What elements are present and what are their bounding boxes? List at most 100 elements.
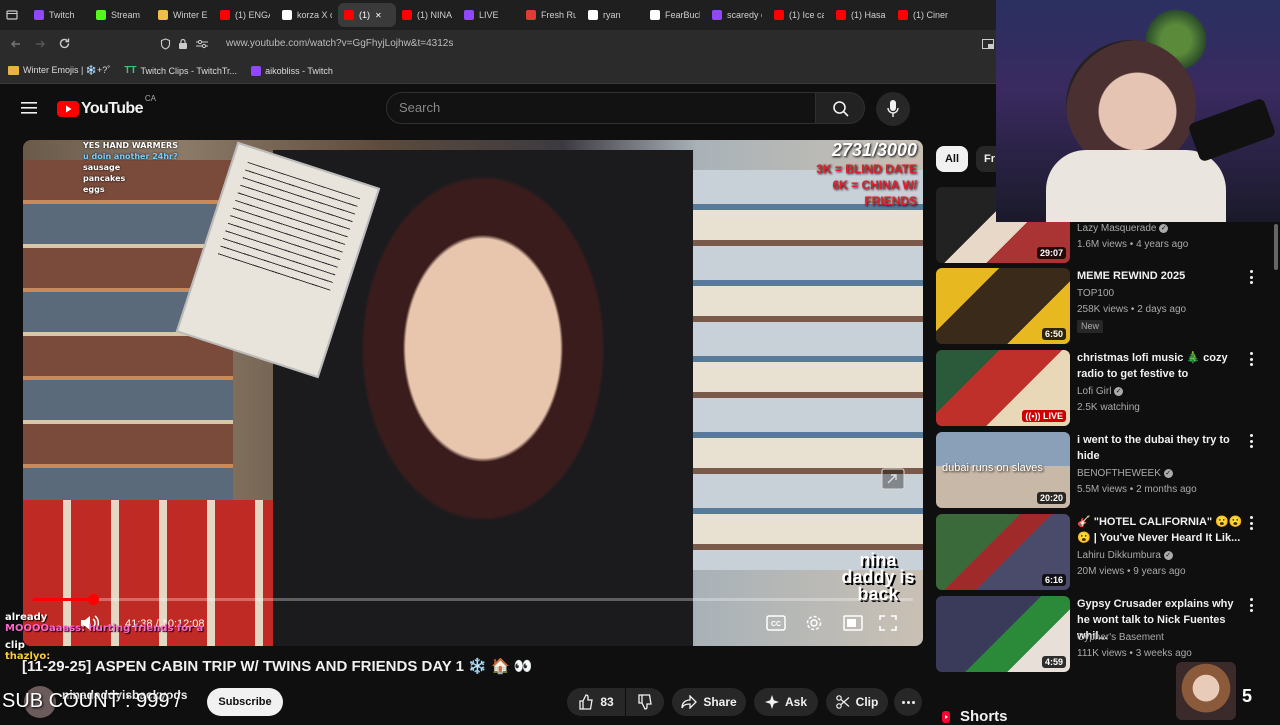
captions-icon[interactable]: CC xyxy=(766,615,786,631)
stream-chat-name: already xyxy=(5,612,48,623)
browser-tab[interactable]: (1) Hasan xyxy=(830,3,892,27)
share-button[interactable]: Share xyxy=(672,688,746,716)
search-button[interactable] xyxy=(815,92,865,124)
recommendation-channel[interactable]: Lahiru Dikkumbura ✓ xyxy=(1077,548,1173,564)
menu-icon[interactable] xyxy=(21,101,37,115)
verified-icon: ✓ xyxy=(1163,550,1173,560)
recommendation-card[interactable]: 6:16 🎸 "HOTEL CALIFORNIA" 😮😮 😮 | You've N… xyxy=(936,514,1280,592)
tab-overview-button[interactable] xyxy=(0,3,28,27)
bookmark-aikobliss[interactable]: aikobliss - Twitch xyxy=(251,65,333,76)
recommendation-title[interactable]: christmas lofi music 🎄 cozy radio to get… xyxy=(1077,350,1247,382)
dislike-button[interactable] xyxy=(626,688,664,716)
video-thumbnail[interactable]: ((•)) LIVE xyxy=(936,350,1070,426)
video-thumbnail[interactable]: 4:59 xyxy=(936,596,1070,672)
sidebar-scrollbar[interactable] xyxy=(1274,224,1278,270)
recommendation-channel[interactable]: Cypher's Basement xyxy=(1077,630,1164,646)
bookmark-label: Winter Emojis | ❄️+?˚ xyxy=(23,65,111,75)
ask-button[interactable]: Ask xyxy=(754,688,818,716)
fullscreen-icon[interactable] xyxy=(879,615,897,631)
tab-favicon-icon xyxy=(526,10,536,20)
tab-favicon-icon xyxy=(898,10,908,20)
recommendation-title[interactable]: 🎸 "HOTEL CALIFORNIA" 😮😮 😮 | You've Never… xyxy=(1077,514,1247,546)
svg-text:CC: CC xyxy=(771,621,781,628)
url-field[interactable]: www.youtube.com/watch?v=GgFhyjLojhw&t=43… xyxy=(150,34,990,54)
browser-tab[interactable]: korza X c xyxy=(276,3,338,27)
browser-tab[interactable]: ryan xyxy=(582,3,644,27)
more-vert-icon[interactable] xyxy=(1246,598,1256,612)
recommendation-title[interactable]: i went to the dubai they try to hide xyxy=(1077,432,1247,464)
more-actions-button[interactable] xyxy=(894,688,922,716)
channel-name: Lofi Girl xyxy=(1077,386,1112,397)
browser-tab[interactable]: (1) ENGA xyxy=(214,3,276,27)
browser-tab[interactable]: scaredy c xyxy=(706,3,768,27)
theater-mode-icon[interactable] xyxy=(843,615,863,631)
recommendation-title[interactable]: MEME REWIND 2025 xyxy=(1077,268,1247,284)
like-button[interactable]: 83 xyxy=(567,688,625,716)
goal-line: FRIENDS xyxy=(864,194,917,208)
share-icon xyxy=(681,695,698,709)
browser-tab[interactable]: Stream xyxy=(90,3,152,27)
more-vert-icon[interactable] xyxy=(1246,352,1256,366)
browser-tab[interactable]: Fresh Ru xyxy=(520,3,582,27)
recommendation-channel[interactable]: Lofi Girl ✓ xyxy=(1077,384,1124,400)
microphone-icon xyxy=(887,100,899,117)
video-thumbnail[interactable]: 6:16 xyxy=(936,514,1070,590)
sparkle-icon xyxy=(764,695,779,709)
tune-icon[interactable] xyxy=(196,39,208,49)
clip-button[interactable]: Clip xyxy=(826,688,888,716)
recommendation-card[interactable]: 6:50 MEME REWIND 2025 TOP100 258K views • 2… xyxy=(936,268,1280,346)
bookmark-twitch-clips[interactable]: TT Twitch Clips - TwitchTr... xyxy=(124,65,237,76)
recommendation-channel[interactable]: TOP100 xyxy=(1077,286,1114,302)
youtube-logo[interactable]: YouTube CA xyxy=(57,94,156,118)
back-arrow-icon[interactable] xyxy=(10,38,22,50)
browser-tab[interactable]: Twitch xyxy=(28,3,90,27)
reload-icon[interactable] xyxy=(58,37,71,50)
channel-name: Lahiru Dikkumbura xyxy=(1077,550,1161,561)
recommendation-card[interactable]: dubai runs on slaves 20:20 i went to the d… xyxy=(936,432,1280,510)
browser-tab[interactable]: (1) NINA xyxy=(396,3,458,27)
recommendation-card[interactable]: ((•)) LIVE christmas lofi music 🎄 cozy ra… xyxy=(936,350,1280,428)
forward-arrow-icon[interactable] xyxy=(34,38,46,50)
progress-track[interactable] xyxy=(33,598,913,601)
chip-all[interactable]: All xyxy=(936,146,968,172)
browser-tab[interactable]: LIVE xyxy=(458,3,520,27)
ask-label: Ask xyxy=(784,695,807,709)
lock-icon[interactable] xyxy=(178,38,188,50)
shield-icon[interactable] xyxy=(160,38,171,50)
tab-label: Fresh Ru xyxy=(541,10,576,20)
browser-tab[interactable]: (1) ✕ xyxy=(338,3,396,27)
video-thumbnail[interactable]: 6:50 xyxy=(936,268,1070,344)
tab-close-icon[interactable]: ✕ xyxy=(375,11,382,20)
more-vert-icon[interactable] xyxy=(1246,516,1256,530)
more-vert-icon[interactable] xyxy=(1246,434,1256,448)
tab-label: scaredy c xyxy=(727,10,762,20)
recommendation-channel[interactable]: Lazy Masquerade ✓ xyxy=(1077,221,1169,237)
more-vert-icon[interactable] xyxy=(1246,270,1256,284)
picture-in-picture-icon[interactable] xyxy=(982,39,994,49)
thumbnail-caption: dubai runs on slaves xyxy=(942,462,1043,474)
tab-favicon-icon xyxy=(836,10,846,20)
video-thumbnail[interactable]: dubai runs on slaves 20:20 xyxy=(936,432,1070,508)
recommendation-channel[interactable]: BENOFTHEWEEK ✓ xyxy=(1077,466,1173,482)
tab-label: FearBuck xyxy=(665,10,700,20)
miniplayer-icon[interactable] xyxy=(881,468,905,490)
verified-icon: ✓ xyxy=(1114,386,1124,396)
chat-line: eggs xyxy=(83,185,105,194)
settings-gear-icon[interactable] xyxy=(805,614,823,632)
bookmark-winter-emojis[interactable]: Winter Emojis | ❄️+?˚ xyxy=(8,65,110,76)
progress-scrubber[interactable] xyxy=(87,594,99,605)
video-player[interactable]: YES HAND WARMERS u doin another 24hr? sa… xyxy=(23,140,923,646)
tab-favicon-icon xyxy=(774,10,784,20)
browser-tab[interactable]: FearBuck xyxy=(644,3,706,27)
brand-overlay: nina daddy is back xyxy=(841,550,915,604)
search-input[interactable]: Search xyxy=(386,92,816,124)
browser-tab[interactable]: (1) Cinem xyxy=(892,3,954,27)
browser-tab[interactable]: (1) Ice car xyxy=(768,3,830,27)
voice-search-button[interactable] xyxy=(876,92,910,126)
browser-tab[interactable]: Winter Er xyxy=(152,3,214,27)
live-badge: ((•)) LIVE xyxy=(1022,410,1066,422)
video-chat-overlay: YES HAND WARMERS u doin another 24hr? sa… xyxy=(83,140,283,195)
webcam-overlay xyxy=(996,0,1280,222)
thumbs-down-icon xyxy=(638,694,652,710)
subscribe-button[interactable]: Subscribe xyxy=(207,688,283,716)
